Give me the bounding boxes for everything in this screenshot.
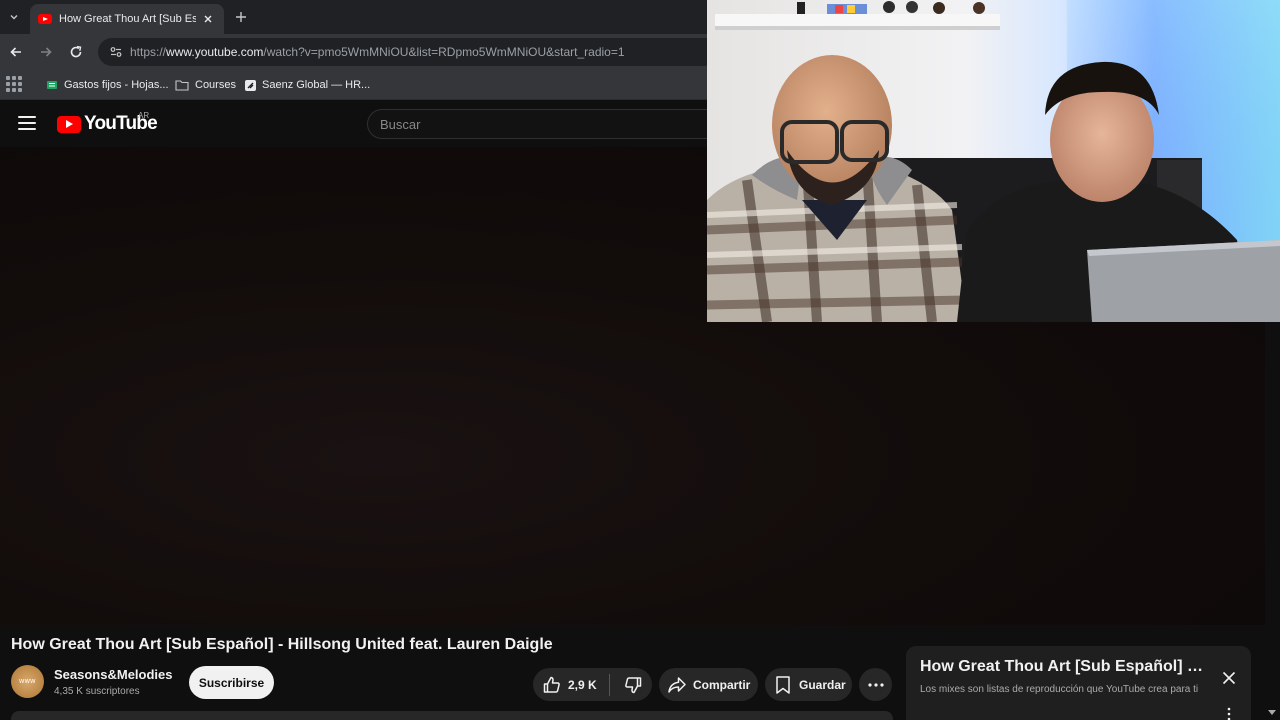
saenz-icon [245, 79, 256, 91]
close-icon[interactable] [1219, 668, 1239, 688]
dislike-button[interactable] [610, 668, 643, 701]
bookmark-courses[interactable]: Courses [175, 76, 236, 94]
tab-title: How Great Thou Art [Sub Español] - Hills… [59, 13, 196, 25]
webcam-overlay [707, 0, 1280, 322]
webcam-image [707, 0, 1280, 322]
address-bar[interactable]: https://www.youtube.com/watch?v=pmo5WmMN… [98, 38, 718, 66]
reload-icon[interactable] [66, 42, 86, 62]
share-button[interactable]: Compartir [659, 668, 758, 701]
like-count: 2,9 K [568, 677, 597, 692]
search-field[interactable] [367, 109, 712, 139]
save-icon [776, 675, 790, 694]
url-text: https://www.youtube.com/watch?v=pmo5WmMN… [130, 45, 625, 59]
video-title: How Great Thou Art [Sub Español] - Hills… [11, 636, 553, 653]
site-info-icon[interactable] [106, 42, 126, 62]
dislike-icon [624, 676, 641, 693]
tab-search-icon[interactable] [4, 7, 24, 27]
scroll-down-icon[interactable] [1266, 706, 1278, 718]
folder-icon [175, 80, 189, 91]
youtube-logo-icon [57, 115, 81, 133]
description-box[interactable] [11, 711, 893, 720]
avatar-text: www [19, 678, 36, 685]
mix-panel: How Great Thou Art [Sub Español] - Hills… [906, 646, 1251, 720]
like-dislike-group: 2,9 K [533, 668, 652, 701]
bookmark-saenz-global[interactable]: Saenz Global — HR... [245, 76, 370, 94]
bookmark-label: Gastos fijos - Hojas... [64, 79, 169, 91]
country-code: AR [138, 111, 150, 120]
channel-name[interactable]: Seasons&Melodies [54, 667, 173, 682]
bookmark-label: Courses [195, 79, 236, 91]
plus-icon[interactable] [231, 7, 251, 27]
more-actions-button[interactable] [859, 668, 892, 701]
mix-title[interactable]: How Great Thou Art [Sub Español] - Hills… [920, 658, 1205, 676]
like-button[interactable]: 2,9 K [533, 668, 597, 701]
forward-arrow-icon[interactable] [36, 42, 56, 62]
back-arrow-icon[interactable] [6, 42, 26, 62]
bookmark-gastos-fijos[interactable]: Gastos fijos - Hojas... [46, 76, 169, 94]
like-icon [543, 676, 560, 693]
close-icon[interactable] [200, 11, 216, 27]
hamburger-icon[interactable] [18, 116, 36, 130]
youtube-favicon-icon [38, 14, 52, 24]
subscribe-button[interactable]: Suscribirse [189, 666, 274, 699]
sheets-icon [47, 81, 57, 89]
kebab-icon[interactable] [1226, 706, 1232, 720]
mix-subtitle: Los mixes son listas de reproducción que… [920, 684, 1199, 695]
bookmark-label: Saenz Global — HR... [262, 79, 371, 91]
share-icon [668, 676, 686, 693]
share-label: Compartir [693, 677, 751, 692]
subscriber-count: 4,35 K suscriptores [54, 686, 140, 697]
browser-tab-active[interactable]: How Great Thou Art [Sub Español] - Hills… [30, 4, 224, 34]
more-icon [867, 682, 884, 687]
save-label: Guardar [799, 677, 846, 692]
avatar[interactable]: www [11, 665, 44, 698]
save-button[interactable]: Guardar [765, 668, 852, 701]
apps-grid-icon[interactable] [6, 76, 22, 92]
search-input[interactable] [380, 116, 711, 132]
